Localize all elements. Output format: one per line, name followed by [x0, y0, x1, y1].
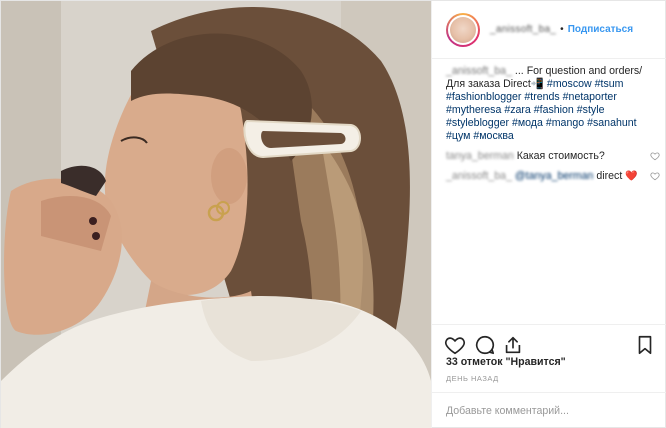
comment-text: direct — [596, 170, 623, 182]
hashtag[interactable]: #москва — [473, 130, 513, 142]
hashtag[interactable]: #zara — [504, 104, 531, 116]
hashtag[interactable]: #mango — [546, 117, 584, 129]
avatar-ring — [448, 14, 478, 45]
avatar[interactable] — [446, 12, 480, 47]
add-comment-input[interactable] — [446, 405, 646, 417]
hashtag[interactable]: #tsum — [595, 78, 624, 90]
hashtag[interactable]: #мода — [512, 117, 543, 129]
hashtag[interactable]: #style — [577, 104, 605, 116]
comment-text: Какая стоимость? — [516, 150, 605, 162]
header-dot: • — [560, 24, 564, 35]
comment-mention[interactable]: @tanya_berman — [515, 170, 593, 182]
caption-username[interactable]: _anissoft_ba_ — [446, 65, 512, 77]
add-comment-bar — [432, 392, 666, 428]
comment-row: _anissoft_ba_ @tanya_berman direct ❤️ — [446, 170, 660, 183]
post-photo[interactable] — [1, 1, 431, 428]
post-header: _anissoft_ba_ • Подписаться — [432, 1, 666, 59]
post-time[interactable]: день назад — [446, 374, 499, 383]
comment-icon[interactable] — [474, 334, 496, 356]
comment-username[interactable]: _anissoft_ba_ — [446, 170, 512, 182]
comment-like-icon[interactable] — [650, 151, 660, 161]
hashtag[interactable]: #цум — [446, 130, 470, 142]
post-sidebar: _anissoft_ba_ • Подписаться _anissoft_ba… — [431, 1, 666, 428]
comment-username[interactable]: tanya_berman — [446, 150, 514, 162]
instagram-post: _anissoft_ba_ • Подписаться _anissoft_ba… — [0, 0, 666, 428]
bookmark-icon[interactable] — [634, 334, 656, 356]
caption: _anissoft_ba_ ... For question and order… — [446, 65, 660, 143]
hashtag[interactable]: #netaporter — [563, 91, 617, 103]
hashtag[interactable]: #sanahunt — [587, 117, 636, 129]
likes-count[interactable]: 33 отметок "Нравится" — [446, 356, 566, 368]
hashtag[interactable]: #moscow — [547, 78, 592, 90]
hashtag[interactable]: #mytheresa — [446, 104, 501, 116]
hashtag[interactable]: #fashion — [534, 104, 574, 116]
hashtag[interactable]: #fashionblogger — [446, 91, 521, 103]
hashtag[interactable]: #trends — [524, 91, 559, 103]
share-icon[interactable] — [502, 334, 524, 356]
comment-like-icon[interactable] — [650, 171, 660, 181]
photo-illustration — [1, 1, 431, 428]
avatar-image — [450, 16, 476, 43]
hashtag[interactable]: #styleblogger — [446, 117, 509, 129]
header-username[interactable]: _anissoft_ba_ — [490, 24, 556, 35]
red-heart-emoji: ❤️ — [625, 171, 638, 182]
comment-row: tanya_berman Какая стоимость? — [446, 150, 660, 163]
comments-section: _anissoft_ba_ ... For question and order… — [446, 65, 660, 183]
follow-button[interactable]: Подписаться — [568, 24, 633, 35]
heart-icon[interactable] — [444, 334, 466, 356]
